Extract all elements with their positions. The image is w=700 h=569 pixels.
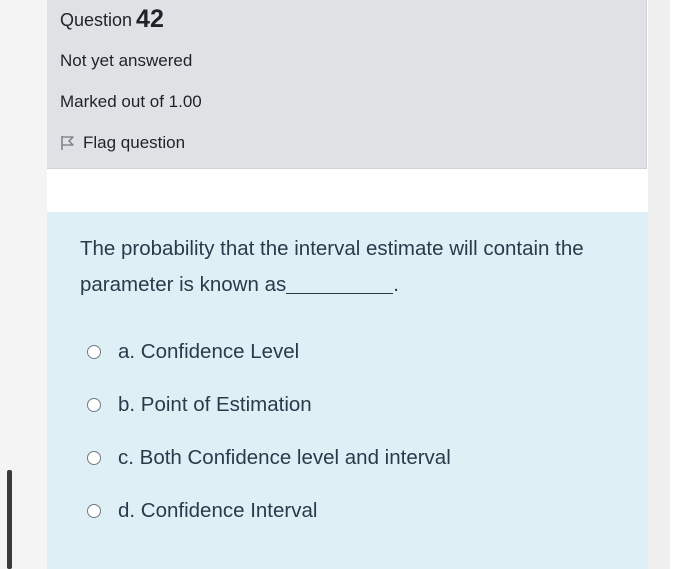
question-number: 42: [136, 5, 164, 33]
option-d-label[interactable]: d. Confidence Interval: [118, 499, 317, 523]
flag-question-link[interactable]: Flag question: [60, 133, 185, 153]
question-label: Question: [60, 10, 133, 30]
question-marks: Marked out of 1.00: [60, 92, 202, 111]
option-b[interactable]: b. Point of Estimation: [87, 393, 312, 417]
radio-button-icon[interactable]: [87, 504, 101, 518]
option-d[interactable]: d. Confidence Interval: [87, 499, 317, 523]
question-status: Not yet answered: [60, 51, 193, 70]
option-a-label[interactable]: a. Confidence Level: [118, 340, 299, 364]
right-gutter: [648, 0, 670, 569]
question-info-panel: Question 42 Not yet answered Marked out o…: [47, 0, 647, 169]
question-text: The probability that the interval estima…: [80, 231, 600, 303]
question-number-heading: Question 42: [60, 5, 164, 34]
question-content-panel: The probability that the interval estima…: [47, 212, 648, 569]
option-c-label[interactable]: c. Both Confidence level and interval: [118, 446, 451, 470]
option-a[interactable]: a. Confidence Level: [87, 340, 299, 364]
option-b-label[interactable]: b. Point of Estimation: [118, 393, 312, 417]
question-text-suffix: .: [393, 273, 399, 296]
flag-icon: [61, 136, 74, 150]
flag-question-label: Flag question: [83, 133, 186, 152]
answer-blank: [286, 275, 394, 294]
radio-button-icon[interactable]: [87, 345, 101, 359]
radio-button-icon[interactable]: [87, 398, 101, 412]
scroll-indicator[interactable]: [7, 470, 12, 569]
radio-button-icon[interactable]: [87, 451, 101, 465]
option-c[interactable]: c. Both Confidence level and interval: [87, 446, 451, 470]
